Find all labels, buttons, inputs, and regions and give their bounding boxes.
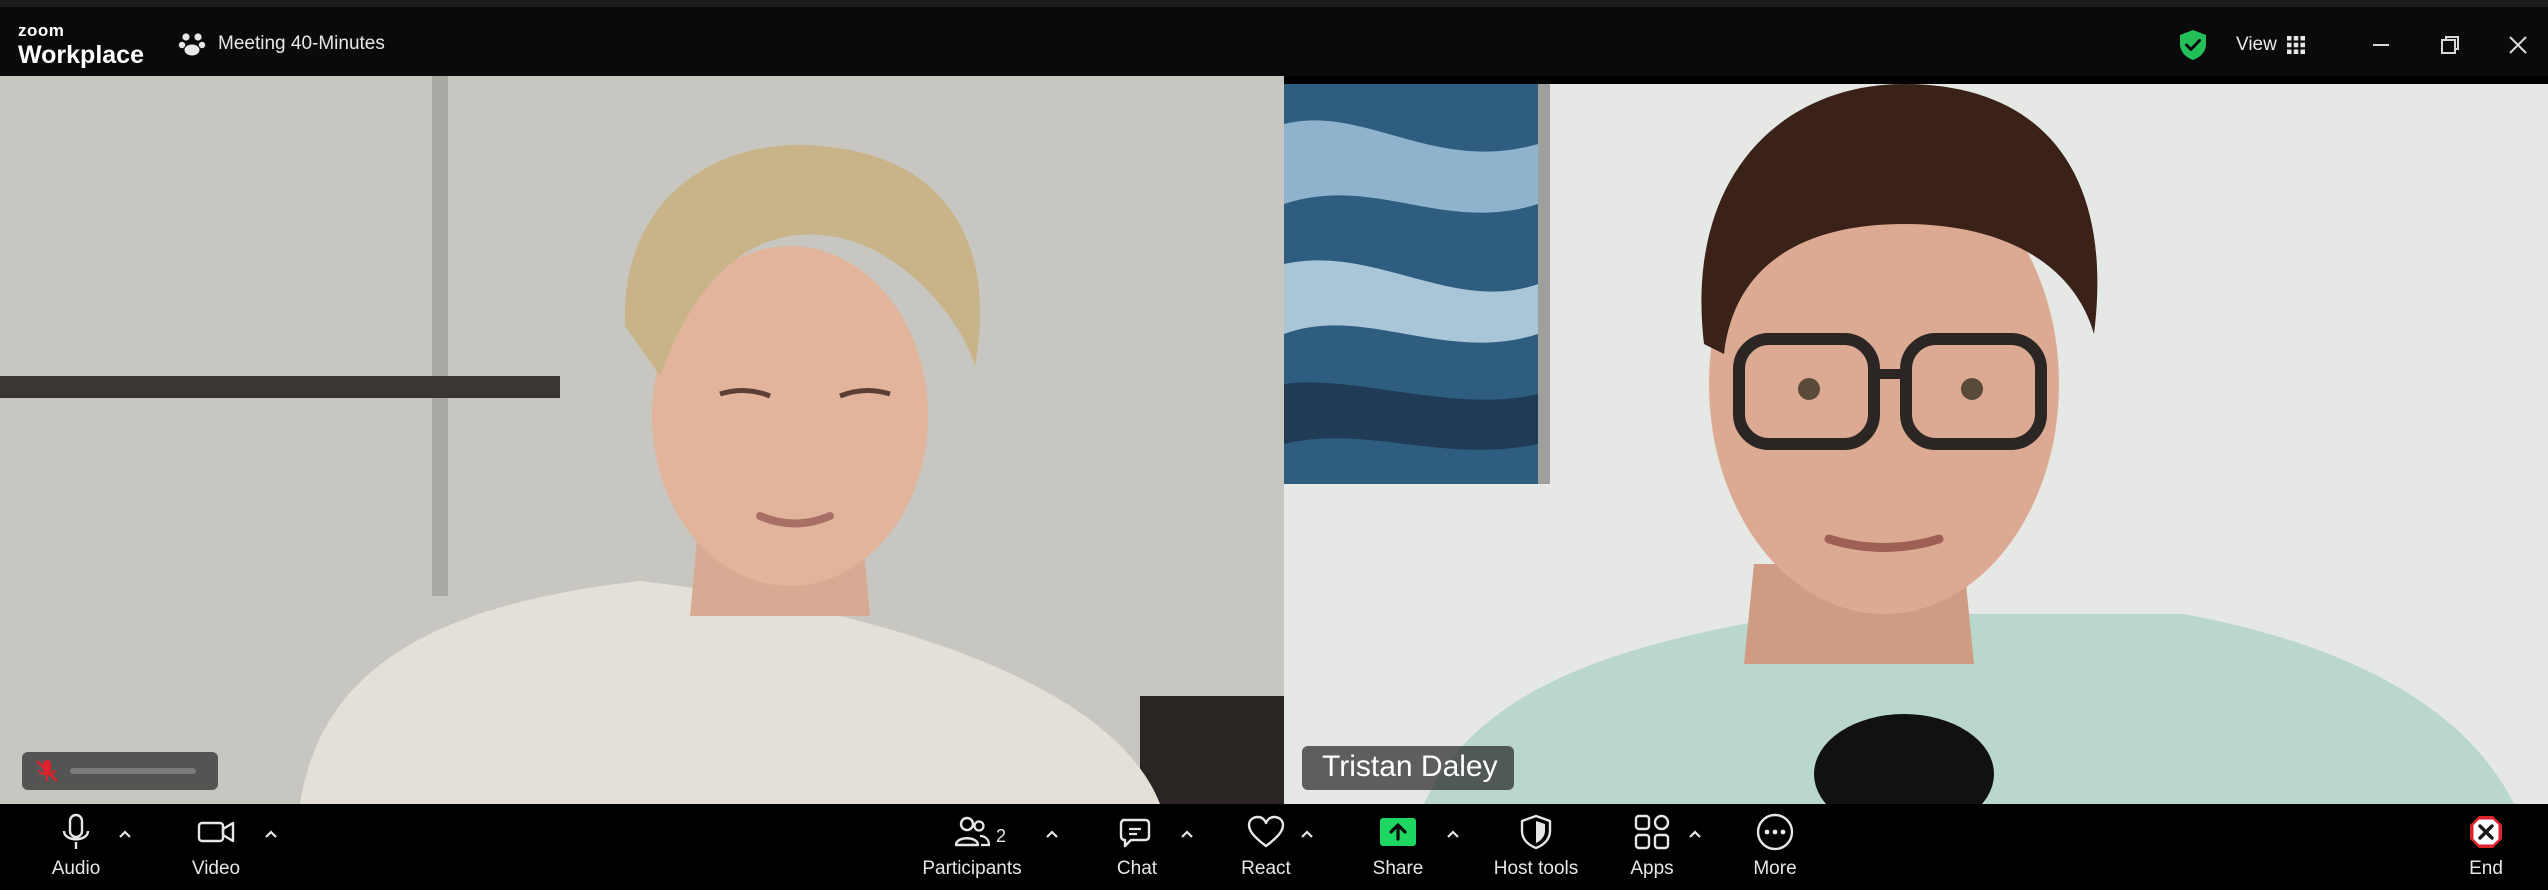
chat-bubble-icon (1119, 818, 1151, 848)
participant-2-name: Tristan Daley (1322, 750, 1498, 783)
close-icon (2509, 36, 2527, 54)
shield-check-icon[interactable] (2178, 29, 2208, 61)
audio-button[interactable]: Audio (46, 810, 106, 886)
participant-1-name-tag (22, 752, 218, 790)
meeting-title: Meeting 40-Minutes (218, 33, 385, 54)
ellipsis-icon (1756, 813, 1794, 851)
end-button[interactable]: End (2464, 810, 2508, 886)
shield-icon (1520, 814, 1552, 850)
share-arrow-icon (1380, 818, 1416, 846)
chevron-up-icon (265, 830, 277, 838)
share-options-caret[interactable] (1444, 826, 1462, 844)
people-icon (954, 816, 991, 847)
meeting-paw-icon (178, 33, 206, 56)
chevron-up-icon (1181, 830, 1193, 838)
participants-label: Participants (922, 858, 1022, 879)
restore-button[interactable] (2430, 27, 2470, 63)
apps-icon (1634, 814, 1670, 850)
chat-button[interactable]: Chat (1110, 810, 1164, 886)
microphone-icon (62, 813, 90, 849)
share-label: Share (1372, 858, 1424, 879)
end-x-icon (2470, 816, 2502, 848)
app-logo: zoom Workplace (18, 21, 144, 71)
host-tools-button[interactable]: Host tools (1484, 810, 1588, 886)
restore-icon (2441, 36, 2459, 54)
view-button[interactable]: View (2236, 29, 2305, 61)
participant-2-name-tag: Tristan Daley (1302, 746, 1514, 790)
react-button[interactable]: React (1234, 810, 1298, 886)
video-button[interactable]: Video (184, 810, 248, 886)
host-tools-label: Host tools (1493, 858, 1579, 879)
share-button[interactable]: Share (1368, 810, 1428, 886)
more-button[interactable]: More (1746, 810, 1804, 886)
participant-1-video (0, 76, 1284, 804)
video-label: Video (191, 858, 241, 879)
heart-icon (1247, 815, 1285, 848)
brand-top-text: zoom (18, 21, 65, 40)
audio-label: Audio (51, 858, 101, 879)
brand-bottom-text: Workplace (18, 41, 144, 69)
apps-button[interactable]: Apps (1622, 810, 1682, 886)
title-bar: zoom Workplace Meeting 40-Minutes View (0, 0, 2548, 76)
video-options-caret[interactable] (262, 826, 280, 844)
meeting-toolbar: Audio Video Participants 2 Chat React Sh… (0, 804, 2548, 890)
view-label: View (2236, 34, 2277, 55)
audio-options-caret[interactable] (116, 826, 134, 844)
video-tile-participant-2[interactable]: Tristan Daley (1284, 84, 2548, 804)
grid-icon (2286, 36, 2305, 54)
chevron-up-icon (119, 830, 131, 838)
participant-2-video (1284, 84, 2548, 804)
minimize-icon (2373, 44, 2389, 46)
react-options-caret[interactable] (1298, 826, 1316, 844)
chat-options-caret[interactable] (1178, 826, 1196, 844)
chevron-up-icon (1301, 830, 1313, 838)
participants-options-caret[interactable] (1043, 826, 1061, 844)
apps-label: Apps (1630, 858, 1674, 879)
end-label: End (2469, 858, 2503, 879)
more-label: More (1753, 858, 1797, 879)
participants-count-badge: 2 (996, 826, 1007, 846)
close-button[interactable] (2498, 27, 2538, 63)
video-camera-icon (197, 821, 235, 843)
microphone-muted-icon (36, 760, 58, 782)
chevron-up-icon (1447, 830, 1459, 838)
chat-label: Chat (1116, 858, 1158, 879)
meeting-info[interactable]: Meeting 40-Minutes (178, 29, 385, 59)
participants-button[interactable]: Participants (918, 810, 1026, 886)
chevron-up-icon (1689, 830, 1701, 838)
participant-1-name (70, 768, 196, 774)
minimize-button[interactable] (2361, 27, 2401, 63)
apps-options-caret[interactable] (1686, 826, 1704, 844)
react-label: React (1241, 858, 1291, 879)
chevron-up-icon (1046, 830, 1058, 838)
video-tile-participant-1[interactable] (0, 76, 1284, 804)
